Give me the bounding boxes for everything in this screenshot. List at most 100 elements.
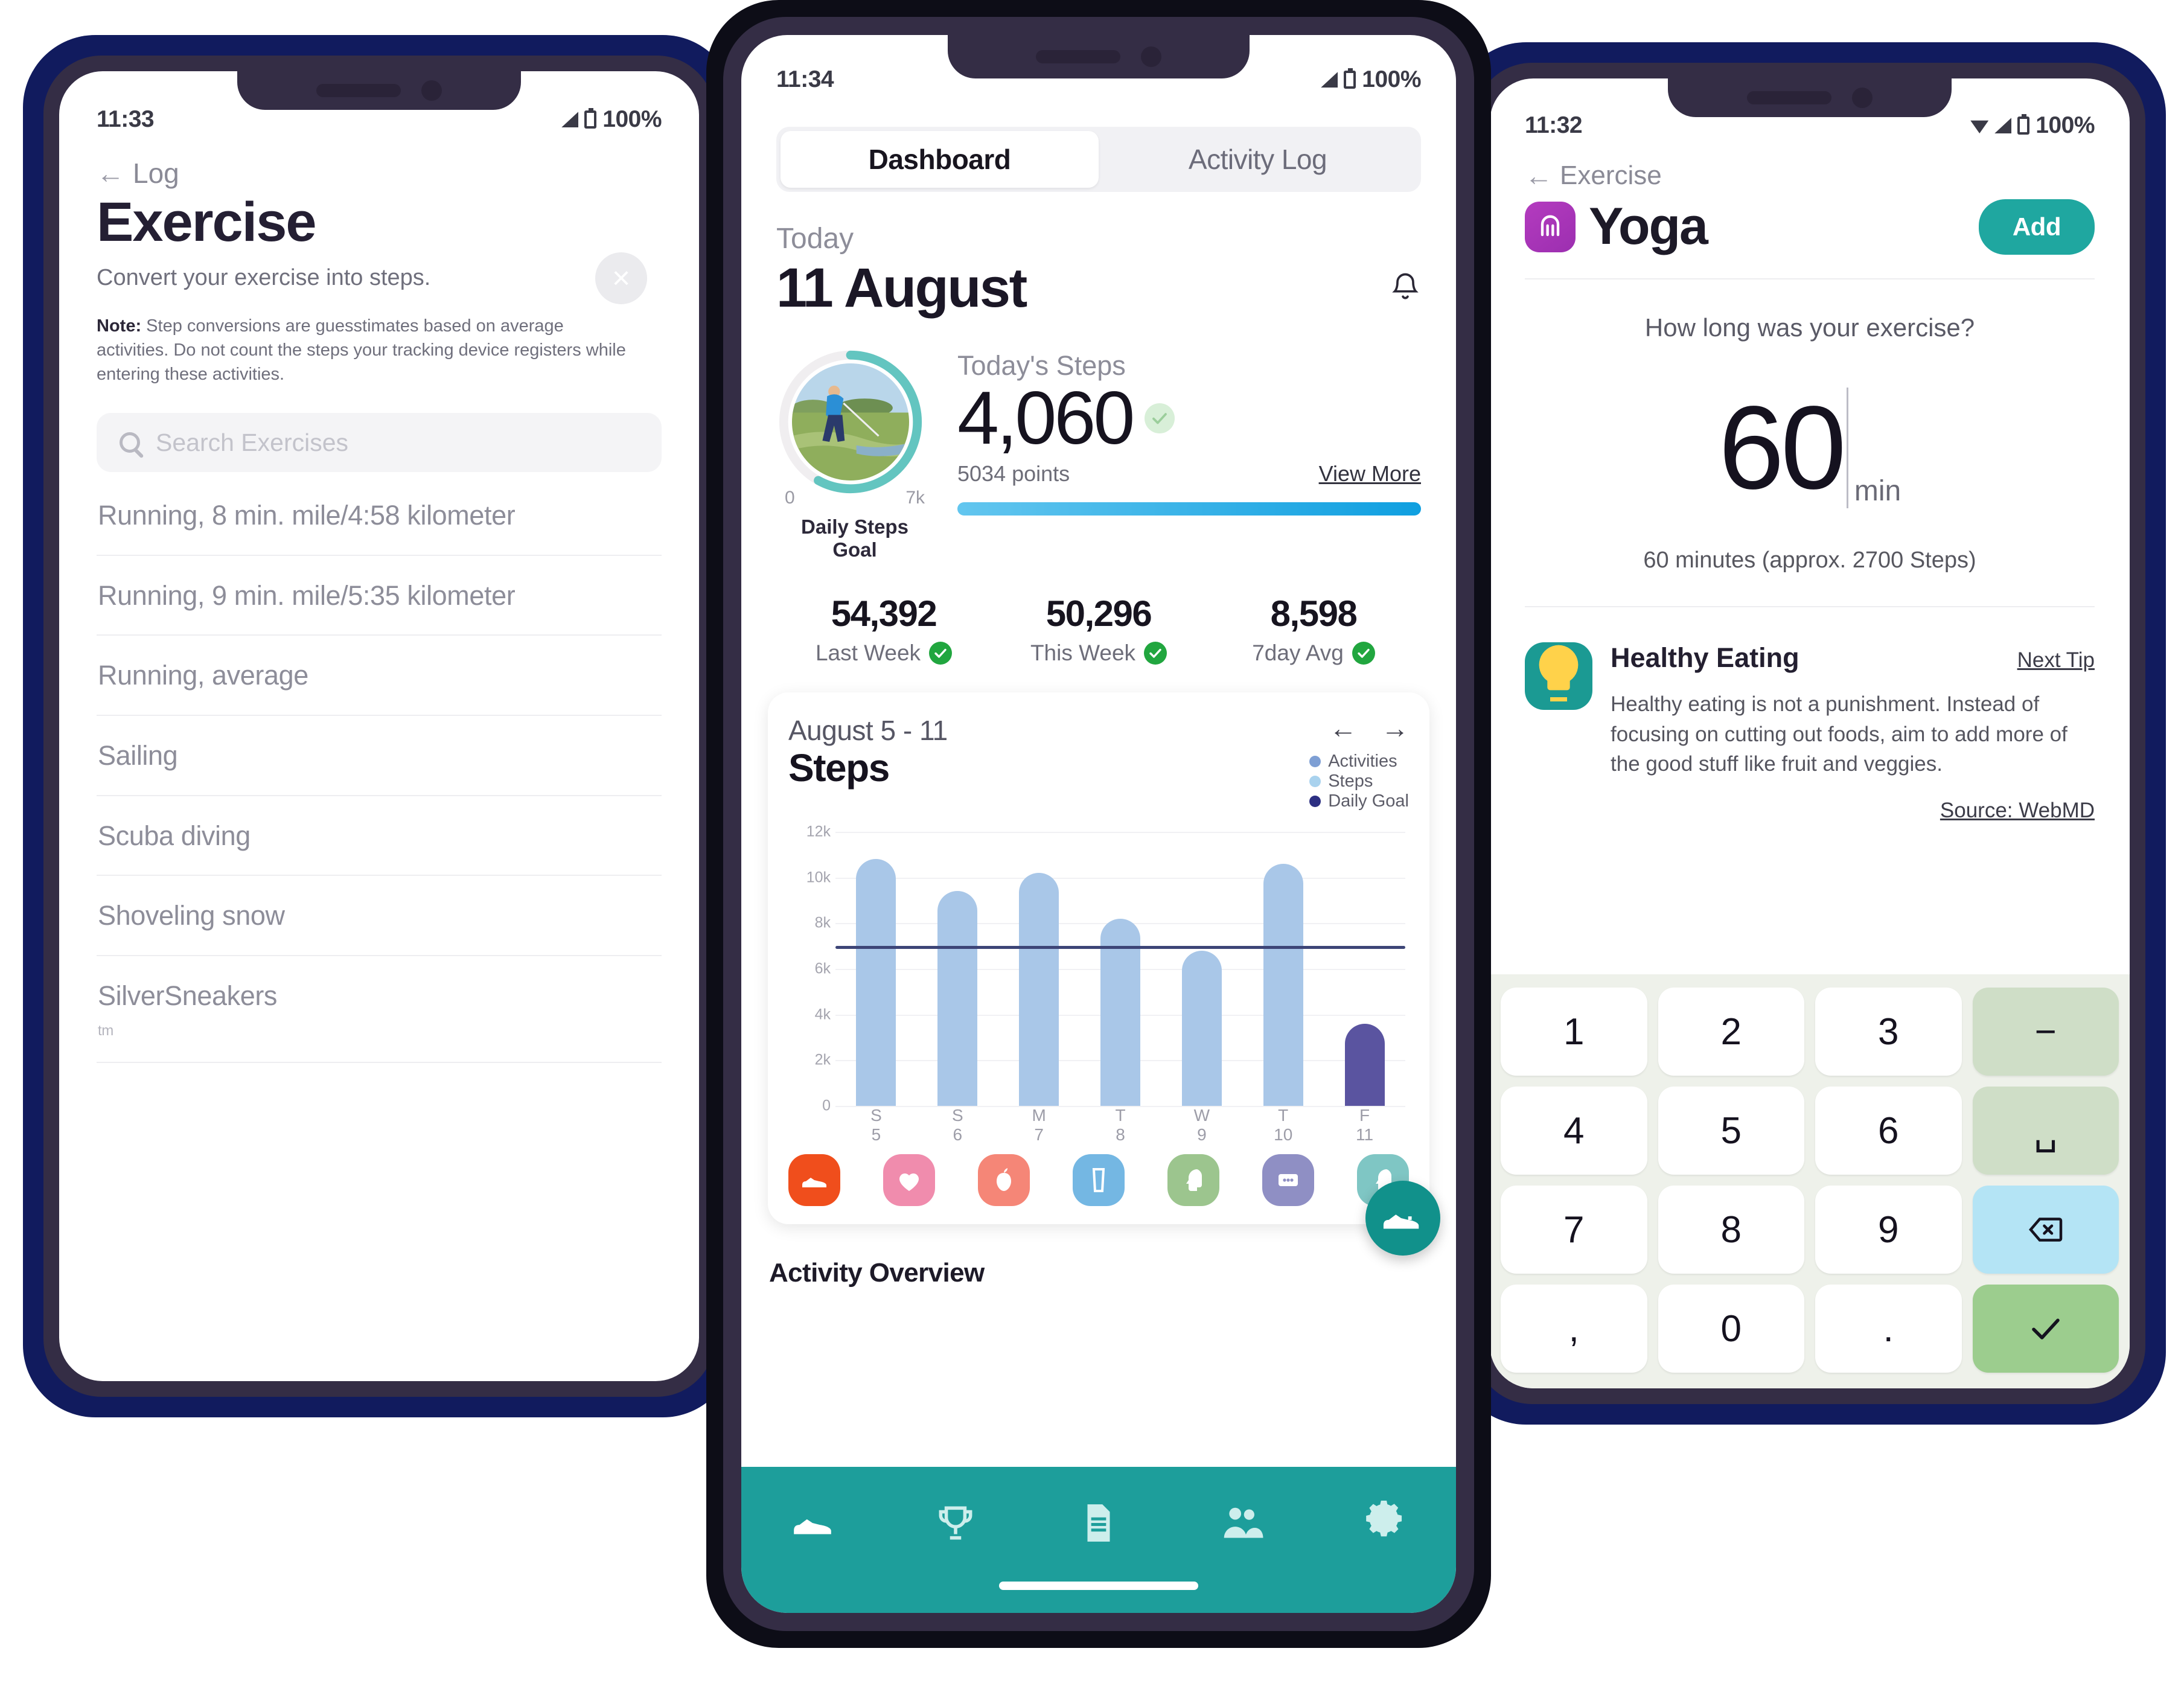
bar-column[interactable] bbox=[1324, 832, 1405, 1106]
bar-column[interactable] bbox=[998, 832, 1080, 1106]
key-1[interactable]: 1 bbox=[1501, 988, 1647, 1076]
y-tick-label: 4k bbox=[814, 1006, 831, 1023]
status-time: 11:34 bbox=[776, 66, 834, 92]
list-item[interactable]: SilverSneakers tm bbox=[97, 956, 662, 1064]
backspace-icon[interactable] bbox=[1972, 1186, 2119, 1274]
daily-steps-goal-ring[interactable]: 0 7k Daily Steps Goal bbox=[776, 348, 933, 561]
tab-bar: Dashboard Activity Log bbox=[776, 127, 1421, 192]
exercise-name: Sailing bbox=[98, 740, 178, 771]
y-tick-label: 10k bbox=[806, 869, 831, 886]
shoe-icon[interactable] bbox=[788, 1154, 840, 1206]
list-item[interactable]: Running, 8 min. mile/4:58 kilometer bbox=[97, 476, 662, 556]
exercise-name: Running, 8 min. mile/4:58 kilometer bbox=[98, 500, 516, 531]
next-tip-button[interactable]: Next Tip bbox=[2017, 648, 2095, 672]
points-value: 5034 points bbox=[957, 461, 1070, 487]
kpi-label: This Week bbox=[1030, 640, 1136, 665]
prev-week-arrow-icon[interactable]: ← bbox=[1329, 714, 1357, 742]
mind-icon[interactable] bbox=[1167, 1154, 1219, 1206]
exercise-trademark: tm bbox=[98, 1022, 113, 1039]
phone-middle: 11:34 100% Dashboard Activity Log Today bbox=[706, 0, 1491, 1648]
bar bbox=[1344, 1023, 1385, 1106]
bar-column[interactable] bbox=[1161, 832, 1242, 1106]
camera-dot-icon bbox=[1852, 88, 1873, 108]
list-item[interactable]: Scuba diving bbox=[97, 796, 662, 876]
confirm-checkmark-icon[interactable] bbox=[1972, 1285, 2119, 1373]
search-input[interactable]: Search Exercises bbox=[97, 413, 662, 473]
heart-icon[interactable] bbox=[883, 1154, 935, 1206]
key-comma[interactable]: , bbox=[1501, 1285, 1647, 1373]
list-item[interactable]: Sailing bbox=[97, 716, 662, 796]
back-to-exercise-button[interactable]: ← Exercise bbox=[1525, 161, 2095, 191]
close-button[interactable]: × bbox=[595, 252, 647, 304]
sleep-icon[interactable] bbox=[1262, 1154, 1314, 1206]
divider bbox=[1525, 606, 2095, 607]
list-item[interactable]: Shoveling snow bbox=[97, 876, 662, 957]
speaker-bar-icon bbox=[1036, 50, 1120, 63]
water-glass-icon[interactable] bbox=[1073, 1154, 1125, 1206]
tab-activity-log[interactable]: Activity Log bbox=[1099, 131, 1417, 188]
note-body: Step conversions are guesstimates based … bbox=[97, 316, 626, 385]
nav-shoe-icon[interactable] bbox=[790, 1501, 835, 1548]
bell-icon[interactable] bbox=[1390, 270, 1421, 305]
bar-column[interactable] bbox=[1080, 832, 1161, 1106]
tip-header: Healthy Eating Next Tip bbox=[1611, 642, 2095, 674]
bar-series bbox=[835, 832, 1405, 1106]
left-phone-content: 11:33 100% ← Log Exercise Convert your e… bbox=[59, 71, 699, 1064]
duration-input[interactable]: 60 min bbox=[1525, 372, 2095, 523]
divider bbox=[1525, 278, 2095, 279]
bar-column[interactable] bbox=[917, 832, 998, 1106]
tip-text: Healthy eating is not a punishment. Inst… bbox=[1611, 692, 2067, 776]
nav-trophy-icon[interactable] bbox=[933, 1501, 978, 1548]
exercise-list: Running, 8 min. mile/4:58 kilometer Runn… bbox=[97, 476, 662, 1064]
key-3[interactable]: 3 bbox=[1815, 988, 1962, 1076]
exercise-name: Running, average bbox=[98, 660, 308, 691]
notch-middle bbox=[948, 35, 1250, 78]
add-button[interactable]: Add bbox=[1978, 199, 2095, 255]
exercise-name: SilverSneakers bbox=[98, 980, 278, 1012]
quick-log-icons bbox=[788, 1154, 1409, 1206]
back-to-log-button[interactable]: ← Log bbox=[97, 157, 662, 190]
add-activity-fab[interactable] bbox=[1365, 1181, 1440, 1256]
key-space[interactable]: ␣ bbox=[1972, 1087, 2119, 1175]
key-5[interactable]: 5 bbox=[1658, 1087, 1804, 1175]
home-indicator bbox=[741, 1582, 1456, 1613]
nav-people-icon[interactable] bbox=[1219, 1501, 1264, 1548]
exercise-name: Shoveling snow bbox=[98, 900, 285, 931]
apple-icon[interactable] bbox=[978, 1154, 1030, 1206]
key-6[interactable]: 6 bbox=[1815, 1087, 1962, 1175]
y-tick-label: 2k bbox=[814, 1051, 831, 1068]
tip-source-link[interactable]: Source: WebMD bbox=[1611, 799, 2095, 823]
status-icons: 100% bbox=[1321, 66, 1421, 93]
today-label: Today bbox=[776, 223, 854, 255]
key-7[interactable]: 7 bbox=[1501, 1186, 1647, 1274]
next-week-arrow-icon[interactable]: → bbox=[1381, 714, 1409, 742]
nav-document-icon[interactable] bbox=[1076, 1501, 1121, 1548]
key-2[interactable]: 2 bbox=[1658, 988, 1804, 1076]
key-minus[interactable]: − bbox=[1972, 988, 2119, 1076]
check-icon bbox=[1352, 642, 1375, 665]
list-item[interactable]: Running, average bbox=[97, 636, 662, 717]
bar-column[interactable] bbox=[1242, 832, 1324, 1106]
bar-column[interactable] bbox=[835, 832, 917, 1106]
y-tick-label: 0 bbox=[822, 1097, 831, 1114]
close-icon: × bbox=[611, 261, 631, 296]
battery-percent: 100% bbox=[1362, 66, 1421, 92]
key-4[interactable]: 4 bbox=[1501, 1087, 1647, 1175]
key-8[interactable]: 8 bbox=[1658, 1186, 1804, 1274]
kpi-label-row: Last Week bbox=[776, 640, 991, 666]
x-tick-num: 6 bbox=[953, 1125, 963, 1144]
tab-dashboard[interactable]: Dashboard bbox=[781, 131, 1099, 188]
key-period[interactable]: . bbox=[1815, 1285, 1962, 1373]
tip-body: Healthy Eating Next Tip Healthy eating i… bbox=[1611, 642, 2095, 823]
steps-progress-bar bbox=[957, 502, 1421, 516]
speaker-bar-icon bbox=[1747, 91, 1831, 104]
check-badge-icon bbox=[1145, 403, 1175, 434]
nav-gear-icon[interactable] bbox=[1362, 1500, 1407, 1548]
list-item[interactable]: Running, 9 min. mile/5:35 kilometer bbox=[97, 556, 662, 636]
status-time: 11:33 bbox=[97, 106, 155, 132]
kpi-label-row: 7day Avg bbox=[1206, 640, 1421, 666]
key-0[interactable]: 0 bbox=[1658, 1285, 1804, 1373]
right-top-section: 11:32 100% ← Exercise Yoga Add How long … bbox=[1490, 78, 2130, 823]
key-9[interactable]: 9 bbox=[1815, 1186, 1962, 1274]
view-more-link[interactable]: View More bbox=[1319, 461, 1421, 487]
